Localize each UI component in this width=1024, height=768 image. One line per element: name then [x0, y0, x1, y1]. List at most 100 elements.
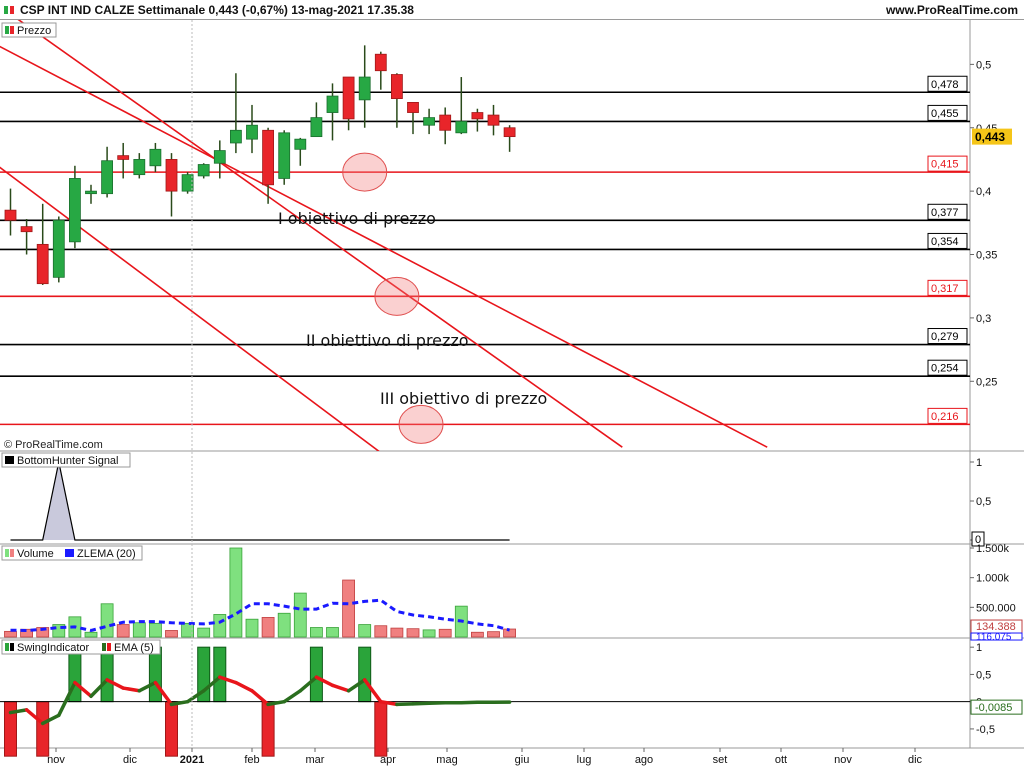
signal-line [10, 461, 510, 541]
candle [69, 178, 81, 243]
volume-bar [277, 612, 291, 638]
volume-bar [165, 630, 178, 638]
ema-segment [395, 702, 415, 707]
x-tick-label: ago [635, 754, 653, 766]
candle [52, 219, 65, 278]
swing-bar [165, 701, 178, 757]
level-label: 0,216 [931, 411, 959, 423]
legend-label: BottomHunter Signal [17, 455, 119, 467]
swing-panel: 10,50-0,5-0,0085SwingIndicatorEMA (5) [0, 639, 1023, 757]
volume-bar [342, 579, 356, 638]
zlema-line [10, 598, 510, 633]
swing-bar [309, 646, 323, 703]
watermark: © ProRealTime.com [4, 439, 103, 451]
volume-bar [245, 618, 259, 638]
legend-swatch [5, 643, 9, 651]
candle [358, 76, 371, 101]
volume-bar [197, 627, 211, 638]
candle [326, 95, 339, 113]
legend-swatch [5, 26, 9, 34]
legend-swatch [5, 549, 9, 557]
volume-bar [293, 592, 307, 638]
swing-bar [4, 701, 17, 757]
candle-icon [10, 6, 14, 14]
y-tick-label: 1.000k [976, 573, 1010, 585]
level-label: 0,415 [931, 159, 959, 171]
candle [294, 138, 307, 150]
y-tick-label: 0,35 [976, 250, 997, 262]
trend-line [0, 45, 768, 448]
x-tick-label: nov [834, 754, 852, 766]
x-tick-label: 2021 [180, 754, 204, 766]
x-tick-label: giu [515, 754, 530, 766]
annotation-label: III obiettivo di prezzo [380, 389, 547, 408]
swing-bar [213, 646, 227, 703]
candle [229, 129, 242, 144]
volume-bar [374, 625, 388, 638]
volume-bar [309, 627, 323, 638]
ema-segment [282, 689, 303, 704]
candle [4, 209, 17, 221]
candle [407, 101, 419, 113]
x-tick-label: apr [380, 754, 396, 766]
swing-bar [36, 701, 50, 757]
y-tick-label: 0,3 [976, 313, 991, 325]
volume-bar [390, 627, 404, 638]
candle [117, 155, 130, 160]
y-tick-label: 0,4 [976, 186, 991, 198]
legend-swatch [10, 549, 14, 557]
y-tick-label: 500.000 [976, 602, 1016, 614]
y-tick-label: 1 [976, 642, 982, 654]
swing-bar [374, 701, 388, 757]
y-tick-label: 0,5 [976, 496, 991, 508]
volume-bar [100, 603, 114, 638]
ema-segment [250, 689, 270, 707]
x-tick-label: feb [244, 754, 259, 766]
candle [213, 150, 226, 164]
y-tick-label: 1.500k [976, 543, 1010, 555]
candle [390, 74, 403, 99]
candle [20, 226, 33, 233]
candle [487, 114, 500, 126]
volume-bar [470, 631, 484, 638]
x-tick-label: dic [123, 754, 138, 766]
volume-bar [326, 627, 339, 638]
x-tick-label: mar [306, 754, 325, 766]
candle [149, 148, 162, 167]
ema-segment [234, 680, 254, 693]
signal-fill [42, 462, 75, 540]
volume-bar [229, 547, 243, 638]
candle [423, 117, 436, 126]
level-label: 0,254 [931, 363, 959, 375]
candle [262, 129, 275, 186]
legend-label: SwingIndicator [17, 642, 89, 654]
trend-line [0, 166, 380, 451]
swing-bar [358, 646, 372, 703]
annotation-label: II obiettivo di prezzo [306, 331, 469, 350]
swing-bar [148, 646, 162, 703]
x-tick-label: set [713, 754, 728, 766]
ema-segment [330, 683, 351, 693]
legend-swatch [10, 26, 14, 34]
candle [133, 159, 146, 176]
candle-icon [4, 6, 8, 14]
legend-swatch [10, 643, 14, 651]
legend-swatch [102, 643, 106, 651]
legend-label: EMA (5) [114, 642, 154, 654]
volume-bar [84, 631, 98, 638]
legend-label: ZLEMA (20) [77, 548, 136, 560]
ema-segment [427, 701, 447, 706]
candle [342, 76, 355, 120]
target-circle [374, 276, 420, 316]
level-label: 0,455 [931, 108, 959, 120]
volume-bar [358, 624, 372, 638]
volume-bar [4, 630, 17, 638]
y-tick-label: 0,25 [976, 376, 997, 388]
price-plot [0, 20, 970, 451]
legend-swatch [107, 643, 111, 651]
candle [455, 121, 468, 134]
x-tick-label: ott [775, 754, 787, 766]
candle [101, 160, 113, 195]
target-circle [342, 152, 388, 192]
candle [278, 132, 291, 179]
